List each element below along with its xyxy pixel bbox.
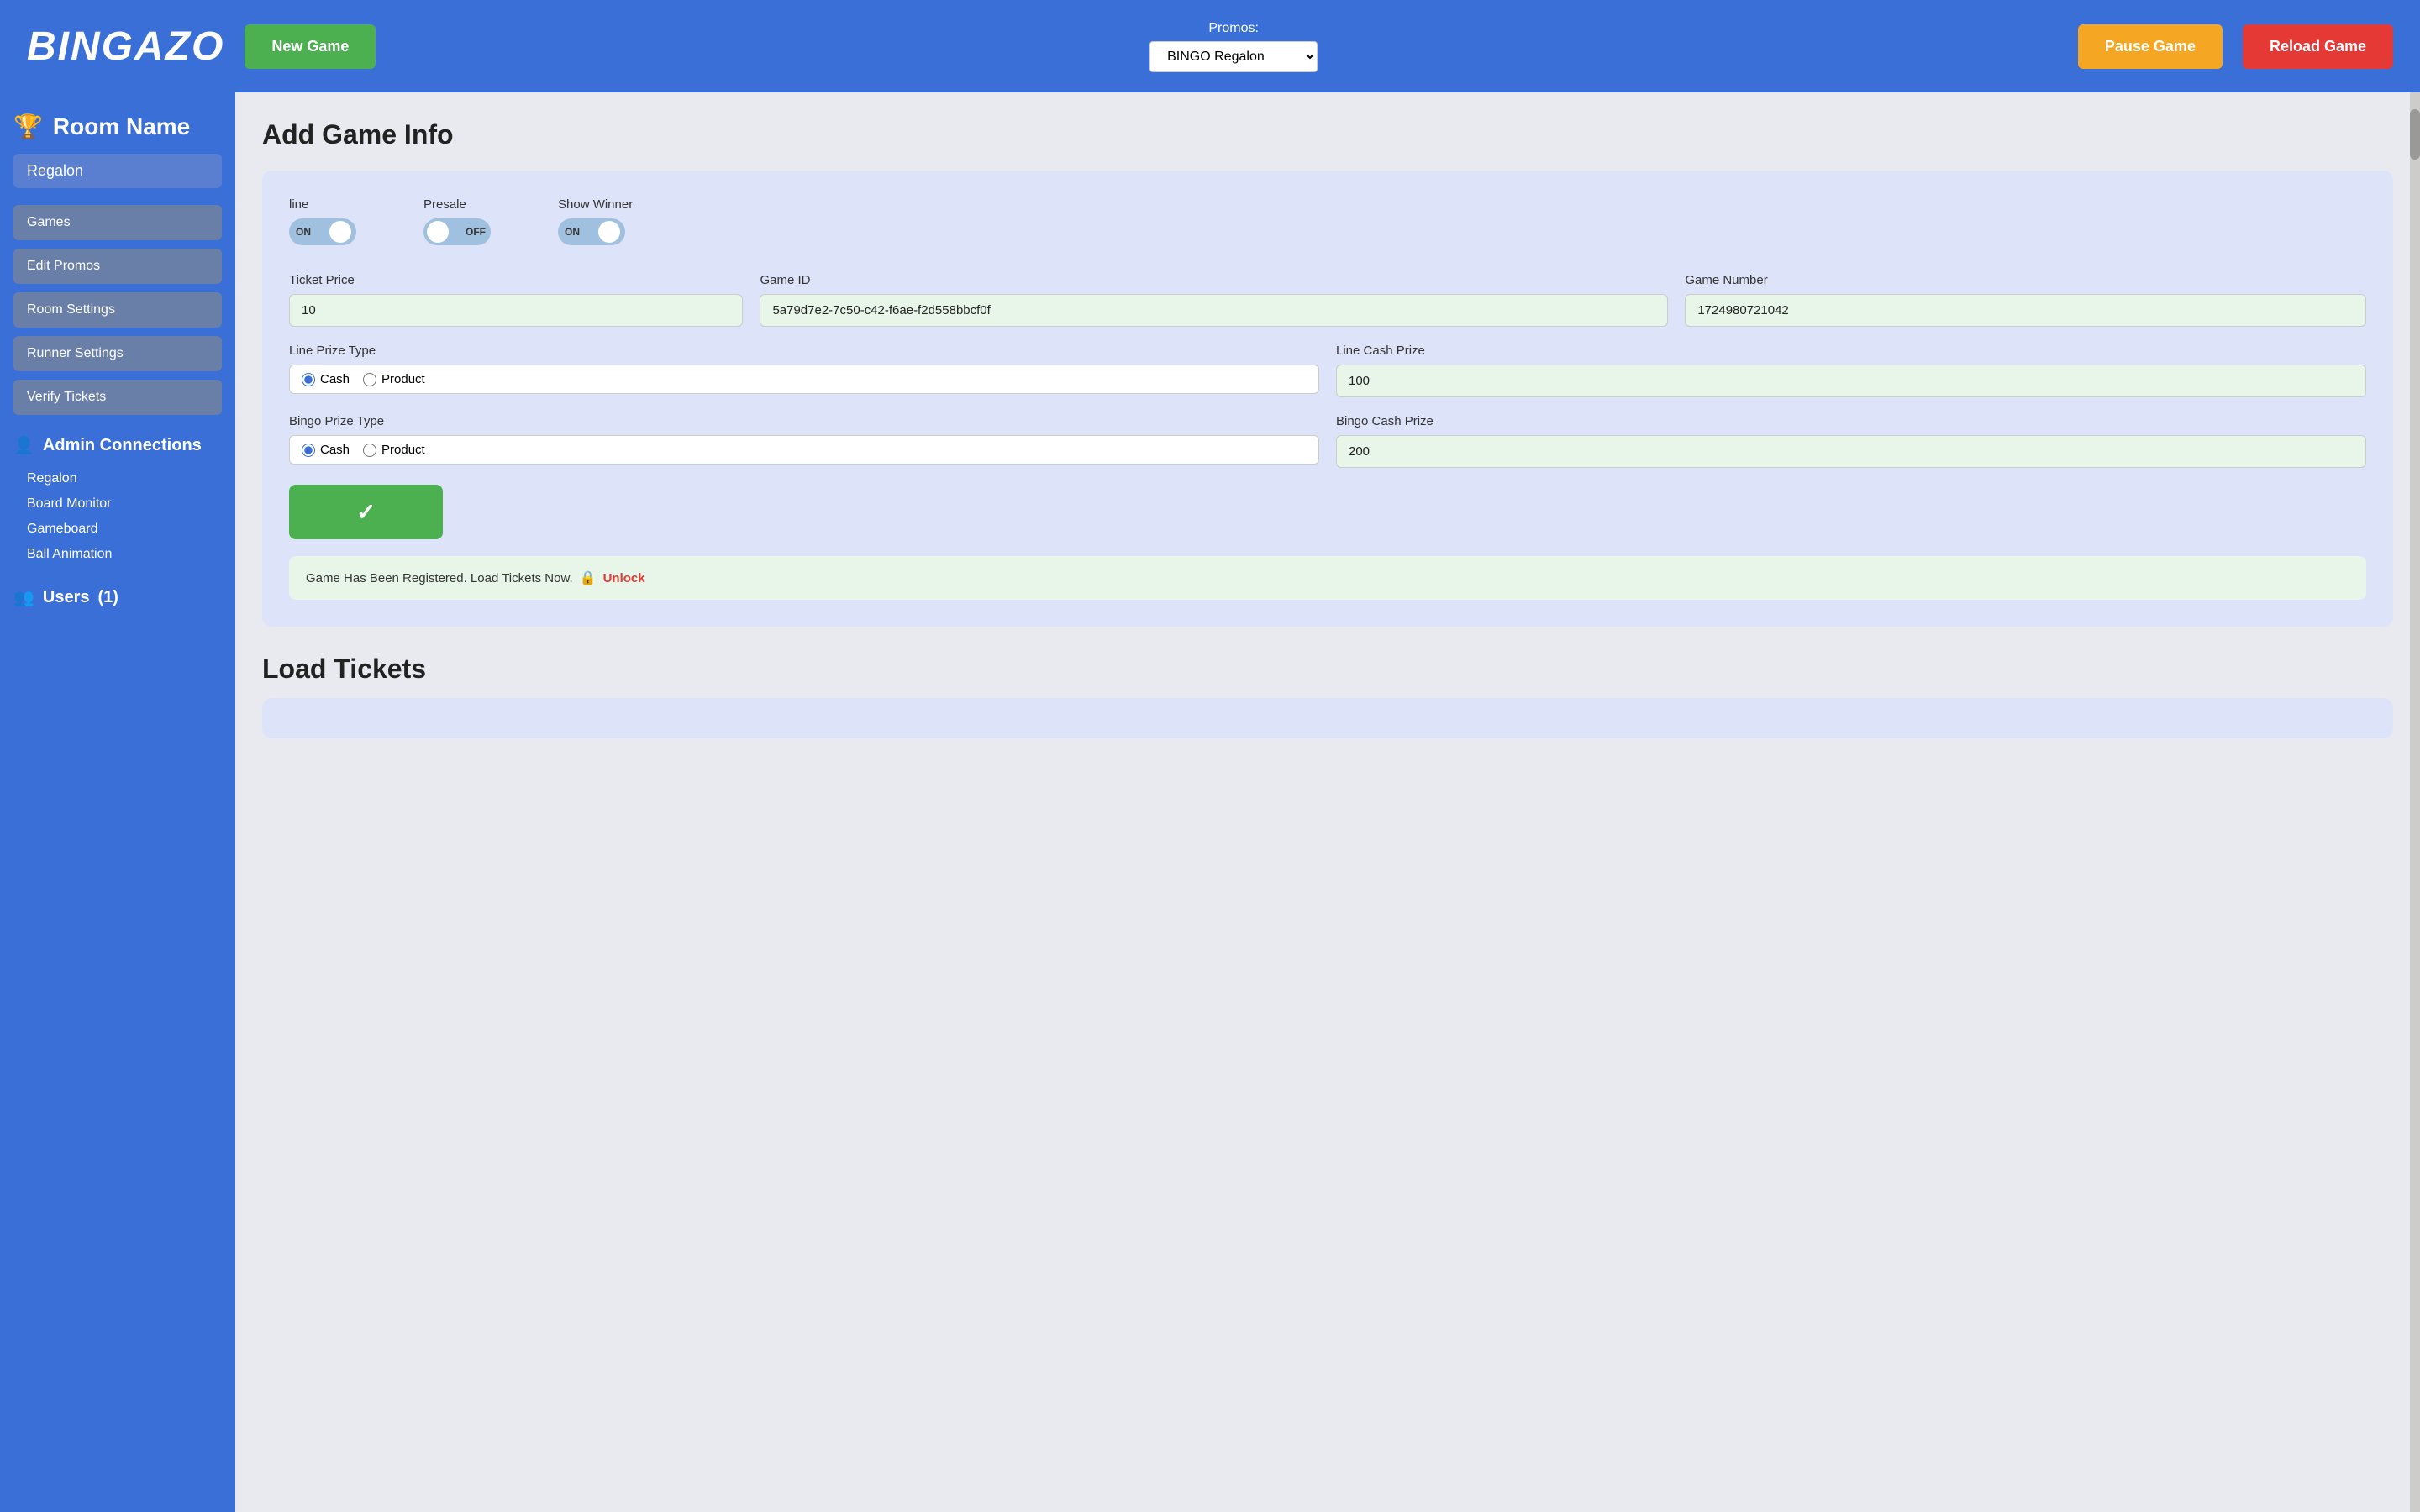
nav-verify-tickets-button[interactable]: Verify Tickets (13, 380, 222, 415)
line-prize-radio-group: Cash Product (289, 365, 1319, 394)
line-label: line (289, 197, 356, 212)
add-game-info-title: Add Game Info (262, 119, 2393, 150)
game-number-input[interactable] (1685, 294, 2366, 327)
users-section: 👥 Users (1) (13, 587, 222, 608)
sidebar: 🏆 Room Name Regalon Games Edit Promos Ro… (0, 92, 235, 1512)
bingo-prize-product-label: Product (381, 443, 425, 457)
line-prize-cash-label: Cash (320, 372, 350, 386)
nav-edit-promos-button[interactable]: Edit Promos (13, 249, 222, 284)
game-number-group: Game Number (1685, 273, 2366, 327)
line-toggle-label: ON (296, 226, 311, 238)
line-cash-prize-input[interactable] (1336, 365, 2366, 397)
line-toggle[interactable]: ON (289, 218, 356, 245)
users-title: 👥 Users (1) (13, 587, 222, 608)
bingo-prize-type-label: Bingo Prize Type (289, 414, 1319, 428)
load-tickets-card (262, 698, 2393, 738)
presale-toggle-label: OFF (466, 226, 486, 238)
admin-icon: 👤 (13, 435, 34, 456)
room-badge[interactable]: Regalon (13, 154, 222, 188)
line-cash-prize-label: Line Cash Prize (1336, 344, 2366, 358)
show-winner-toggle-group: Show Winner ON (558, 197, 633, 249)
line-prize-product-label: Product (381, 372, 425, 386)
promos-select[interactable]: BINGO Regalon Promo 2 Promo 3 (1150, 41, 1318, 72)
status-text: Game Has Been Registered. Load Tickets N… (306, 571, 573, 585)
status-message: Game Has Been Registered. Load Tickets N… (289, 556, 2366, 600)
trophy-icon: 🏆 (13, 113, 43, 140)
line-cash-prize-group: Line Cash Prize (1336, 344, 2366, 397)
bingo-prize-cash-option[interactable]: Cash (302, 443, 350, 457)
main-content: Add Game Info line ON Presale OFF (235, 92, 2420, 1512)
game-number-label: Game Number (1685, 273, 2366, 287)
nav-runner-settings-button[interactable]: Runner Settings (13, 336, 222, 371)
line-prize-type-group: Line Prize Type Cash Product (289, 344, 1319, 397)
promos-section: Promos: BINGO Regalon Promo 2 Promo 3 (409, 21, 2058, 72)
ticket-price-input[interactable] (289, 294, 743, 327)
scrollbar-thumb[interactable] (2410, 109, 2420, 160)
show-winner-toggle-thumb (598, 221, 620, 243)
users-icon: 👥 (13, 587, 34, 608)
scrollbar[interactable] (2410, 92, 2420, 1512)
admin-connections-title: 👤 Admin Connections (13, 435, 222, 456)
bingo-prize-cash-radio[interactable] (302, 444, 315, 457)
game-id-group: Game ID (760, 273, 1668, 327)
bingo-prize-radio-group: Cash Product (289, 435, 1319, 465)
bingo-prize-cash-label: Cash (320, 443, 350, 457)
admin-link-board-monitor[interactable]: Board Monitor (13, 491, 222, 517)
pause-game-button[interactable]: Pause Game (2078, 24, 2223, 69)
unlock-link[interactable]: Unlock (603, 571, 645, 585)
submit-button[interactable]: ✓ (289, 485, 443, 539)
line-toggle-thumb (329, 221, 351, 243)
bingo-cash-prize-group: Bingo Cash Prize (1336, 414, 2366, 468)
line-prize-cash-radio[interactable] (302, 373, 315, 386)
admin-link-ball-animation[interactable]: Ball Animation (13, 542, 222, 567)
toggles-row: line ON Presale OFF Show Winner (289, 197, 2366, 249)
show-winner-label: Show Winner (558, 197, 633, 212)
nav-games-button[interactable]: Games (13, 205, 222, 240)
load-tickets-title: Load Tickets (262, 654, 2393, 685)
room-name-section: 🏆 Room Name (13, 113, 222, 140)
presale-label: Presale (424, 197, 491, 212)
game-id-input[interactable] (760, 294, 1668, 327)
add-game-info-card: line ON Presale OFF Show Winner (262, 171, 2393, 627)
checkmark-icon: ✓ (356, 498, 376, 526)
admin-connections-section: 👤 Admin Connections Regalon Board Monito… (13, 435, 222, 567)
show-winner-toggle[interactable]: ON (558, 218, 625, 245)
nav-room-settings-button[interactable]: Room Settings (13, 292, 222, 328)
ticket-price-label: Ticket Price (289, 273, 743, 287)
presale-toggle-group: Presale OFF (424, 197, 491, 249)
bingo-prize-product-radio[interactable] (363, 444, 376, 457)
lock-icon: 🔒 (580, 570, 597, 586)
logo: BINGAZO (27, 24, 224, 70)
line-prize-cash-option[interactable]: Cash (302, 372, 350, 386)
show-winner-toggle-label: ON (565, 226, 580, 238)
main-layout: 🏆 Room Name Regalon Games Edit Promos Ro… (0, 92, 2420, 1512)
line-prize-type-label: Line Prize Type (289, 344, 1319, 358)
bingo-prize-row: Bingo Prize Type Cash Product Bingo Cash (289, 414, 2366, 468)
bingo-prize-type-group: Bingo Prize Type Cash Product (289, 414, 1319, 468)
bingo-cash-prize-input[interactable] (1336, 435, 2366, 468)
room-name-title: Room Name (53, 113, 190, 140)
presale-toggle-thumb (427, 221, 449, 243)
bingo-cash-prize-label: Bingo Cash Prize (1336, 414, 2366, 428)
new-game-button[interactable]: New Game (245, 24, 376, 69)
line-toggle-group: line ON (289, 197, 356, 249)
presale-toggle[interactable]: OFF (424, 218, 491, 245)
line-prize-product-option[interactable]: Product (363, 372, 425, 386)
admin-link-regalon[interactable]: Regalon (13, 466, 222, 491)
bingo-prize-product-option[interactable]: Product (363, 443, 425, 457)
ticket-price-group: Ticket Price (289, 273, 743, 327)
admin-link-gameboard[interactable]: Gameboard (13, 517, 222, 542)
line-prize-row: Line Prize Type Cash Product Line Cash P (289, 344, 2366, 397)
game-id-label: Game ID (760, 273, 1668, 287)
line-prize-product-radio[interactable] (363, 373, 376, 386)
reload-game-button[interactable]: Reload Game (2243, 24, 2393, 69)
main-fields-row: Ticket Price Game ID Game Number (289, 273, 2366, 327)
promos-label: Promos: (1208, 21, 1259, 36)
header: BINGAZO New Game Promos: BINGO Regalon P… (0, 0, 2420, 92)
